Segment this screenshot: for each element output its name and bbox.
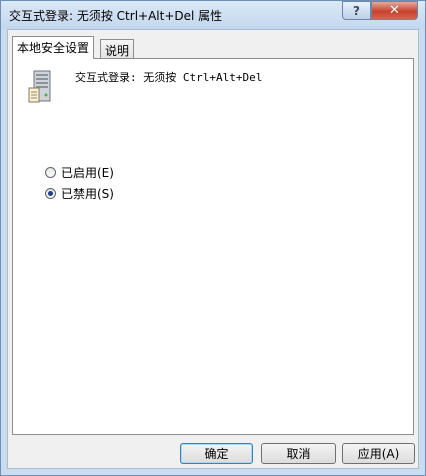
cancel-label: 取消 xyxy=(286,447,311,461)
enabled-radio[interactable] xyxy=(45,167,56,178)
enabled-option[interactable]: 已启用(E) xyxy=(45,164,114,181)
disabled-radio[interactable] xyxy=(45,188,56,199)
disabled-label: 已禁用(S) xyxy=(61,187,114,201)
server-computer-icon xyxy=(28,70,51,103)
properties-dialog: 交互式登录: 无须按 Ctrl+Alt+Del 属性 ? ✕ 本地安全设置 说明 xyxy=(0,0,426,476)
enabled-label: 已启用(E) xyxy=(61,166,114,180)
help-icon: ? xyxy=(353,3,360,18)
title-bar[interactable]: 交互式登录: 无须按 Ctrl+Alt+Del 属性 ? ✕ xyxy=(1,1,425,29)
ok-label: 确定 xyxy=(204,447,229,461)
help-button[interactable]: ? xyxy=(342,1,371,20)
close-button[interactable]: ✕ xyxy=(371,1,418,20)
tab-label: 本地安全设置 xyxy=(17,41,90,55)
ok-button[interactable]: 确定 xyxy=(180,443,253,464)
disabled-option[interactable]: 已禁用(S) xyxy=(45,185,114,202)
window-title: 交互式登录: 无须按 Ctrl+Alt+Del 属性 xyxy=(9,9,223,23)
apply-button[interactable]: 应用(A) xyxy=(342,443,415,464)
tab-explain[interactable]: 说明 xyxy=(100,39,135,59)
tab-local-security-setting[interactable]: 本地安全设置 xyxy=(12,36,95,59)
dialog-client-area: 本地安全设置 说明 交互式登录: 无须按 Ctrl+Alt+Del 已启用(E)… xyxy=(7,29,419,469)
tab-panel: 交互式登录: 无须按 Ctrl+Alt+Del 已启用(E) 已禁用(S) xyxy=(12,58,414,435)
apply-label: 应用(A) xyxy=(357,447,400,461)
cancel-button[interactable]: 取消 xyxy=(261,443,336,464)
tab-label: 说明 xyxy=(105,44,130,58)
close-icon: ✕ xyxy=(389,3,400,18)
policy-name: 交互式登录: 无须按 Ctrl+Alt+Del xyxy=(75,71,263,84)
